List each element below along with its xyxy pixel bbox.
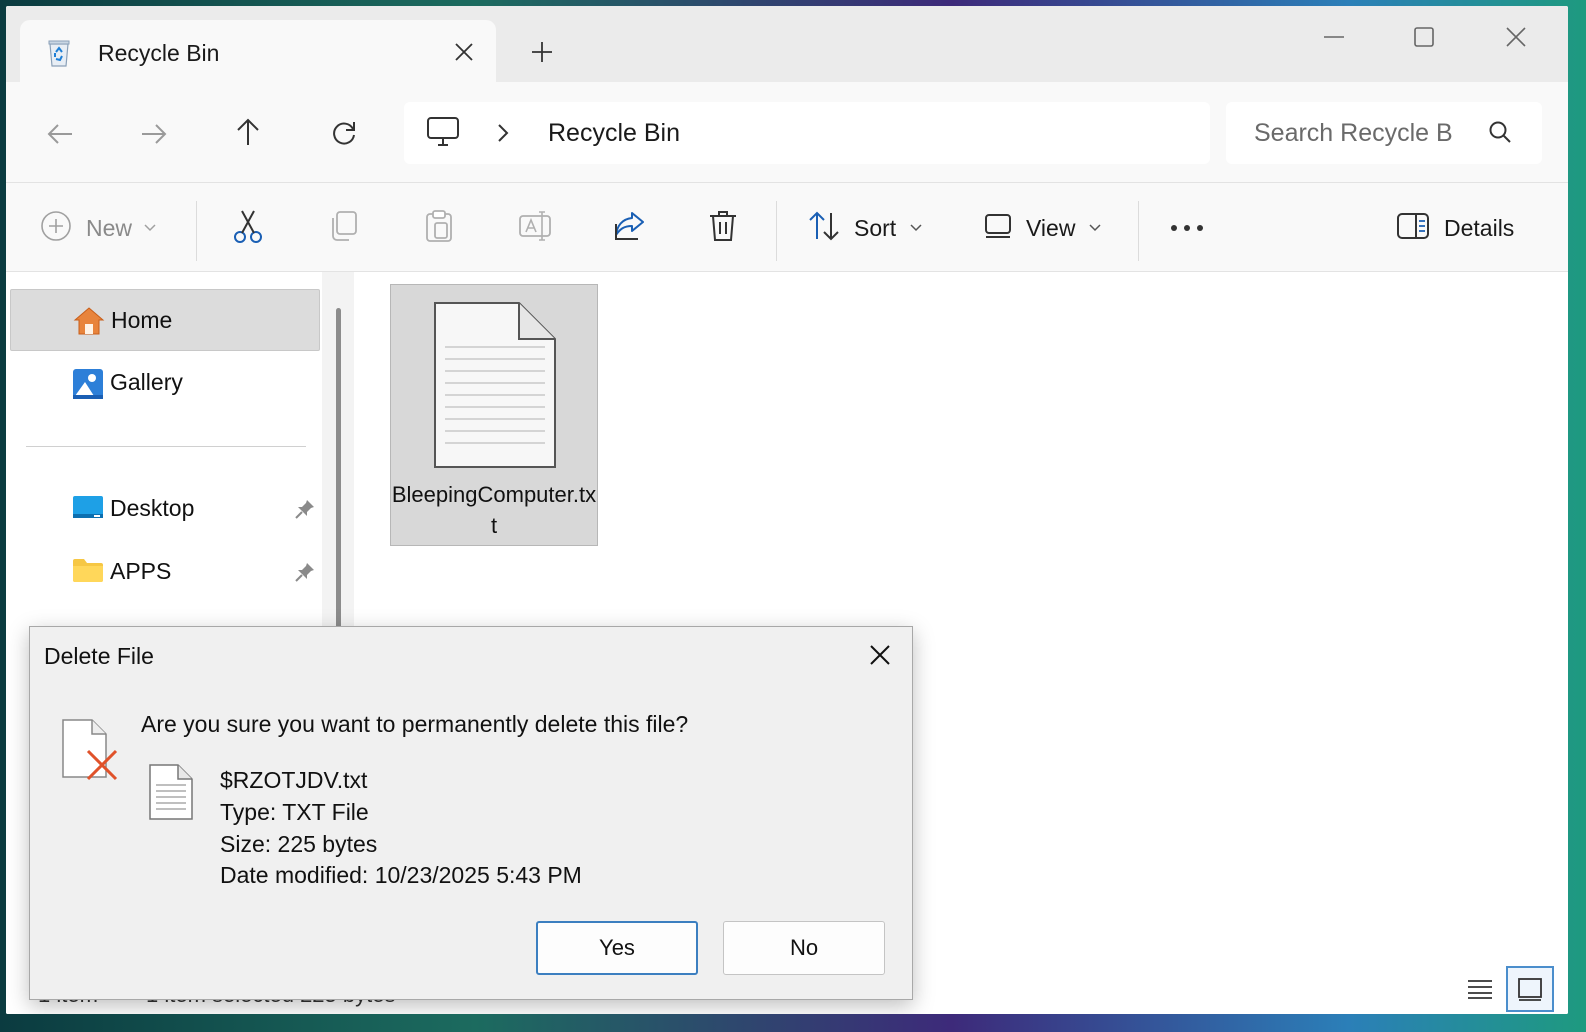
dialog-question: Are you sure you want to permanently del… [141, 711, 689, 737]
copy-icon [328, 210, 358, 247]
see-more-button[interactable] [1170, 203, 1204, 253]
sidebar-item-label: APPS [110, 558, 172, 584]
details-pane-icon [1396, 212, 1430, 245]
new-label: New [86, 214, 133, 241]
pin-icon[interactable] [294, 498, 316, 525]
close-window-icon[interactable] [1486, 12, 1546, 62]
sidebar-item-label: Gallery [110, 369, 183, 395]
chevron-down-icon [910, 219, 922, 237]
sidebar-item-gallery[interactable]: Gallery [10, 352, 320, 414]
text-file-icon [148, 763, 194, 826]
pin-icon[interactable] [294, 561, 316, 588]
details-pane-button[interactable]: Details [1396, 203, 1514, 253]
sort-label: Sort [854, 214, 897, 241]
details-view-icon[interactable] [1456, 966, 1504, 1012]
sidebar-item-apps[interactable]: APPS [10, 541, 320, 603]
dialog-file-name: $RZOTJDV.txt [220, 767, 368, 793]
delete-file-dialog: Delete File Are you sure you want to per… [29, 626, 913, 1000]
toolbar-divider [1138, 201, 1139, 261]
command-bar: New Sort View Details [6, 182, 1568, 272]
file-item[interactable]: BleepingComputer.txt [390, 284, 598, 546]
refresh-icon[interactable] [322, 112, 366, 156]
back-arrow-icon[interactable] [38, 112, 82, 156]
breadcrumb-recycle-bin[interactable]: Recycle Bin [548, 119, 680, 148]
address-row: Recycle Bin [6, 82, 1568, 182]
sidebar-scrollbar-thumb[interactable] [336, 308, 341, 638]
search-box[interactable] [1226, 102, 1542, 164]
search-icon[interactable] [1488, 120, 1512, 149]
sidebar-item-home[interactable]: Home [10, 289, 320, 351]
forward-arrow-icon[interactable] [132, 112, 176, 156]
rename-button[interactable] [518, 203, 552, 253]
desktop-icon [72, 494, 104, 526]
sidebar-item-label: Home [111, 307, 173, 333]
trash-icon [708, 209, 738, 248]
title-bar: Recycle Bin [6, 6, 1568, 82]
chevron-down-icon [1089, 219, 1101, 237]
up-arrow-icon[interactable] [226, 110, 270, 154]
address-bar[interactable]: Recycle Bin [404, 102, 1210, 164]
dialog-title: Delete File [44, 643, 154, 669]
gallery-icon [72, 368, 104, 400]
sidebar-item-desktop[interactable]: Desktop [10, 478, 320, 540]
copy-button[interactable] [328, 203, 358, 253]
view-layout-icon [984, 213, 1012, 244]
chevron-down-icon [144, 219, 156, 237]
maximize-icon[interactable] [1394, 12, 1454, 62]
close-tab-icon[interactable] [444, 32, 484, 72]
paste-button[interactable] [424, 203, 454, 253]
sort-button[interactable]: Sort [808, 203, 922, 253]
dialog-file-type: Type: TXT File [220, 799, 369, 825]
view-label: View [1026, 214, 1076, 241]
sidebar-item-label: Desktop [110, 495, 195, 521]
tab-recycle-bin[interactable]: Recycle Bin [20, 20, 496, 82]
no-button[interactable]: No [723, 921, 885, 975]
toolbar-divider [776, 201, 777, 261]
folder-icon [72, 557, 104, 589]
search-input[interactable] [1254, 116, 1454, 150]
scissors-icon [232, 208, 264, 249]
text-file-icon [431, 299, 559, 476]
cut-button[interactable] [232, 203, 264, 253]
yes-button[interactable]: Yes [536, 921, 698, 975]
file-name: BleepingComputer.txt [391, 482, 597, 538]
recycle-bin-icon [46, 38, 92, 70]
plus-circle-icon [40, 210, 72, 247]
sidebar-divider [26, 446, 306, 447]
tab-title: Recycle Bin [98, 40, 220, 66]
details-label: Details [1444, 214, 1515, 241]
close-dialog-icon[interactable] [858, 637, 902, 673]
more-dots-icon [1170, 219, 1204, 237]
toolbar-divider [196, 201, 197, 261]
new-button[interactable]: New [40, 203, 156, 253]
this-pc-icon[interactable] [426, 116, 460, 153]
delete-file-warning-icon [60, 717, 120, 788]
dialog-file-size: Size: 225 bytes [220, 831, 378, 857]
home-icon [73, 306, 105, 338]
share-button[interactable] [612, 203, 646, 253]
share-icon [612, 210, 646, 247]
large-icons-view-icon[interactable] [1506, 966, 1554, 1012]
clipboard-icon [424, 209, 454, 248]
file-explorer-window: Recycle Bin Recycle Bin Search Recycle B… [6, 6, 1568, 1014]
chevron-right-icon[interactable] [496, 122, 510, 149]
sort-arrows-icon [808, 211, 840, 246]
rename-icon [518, 210, 552, 247]
new-tab-button[interactable] [522, 32, 562, 72]
view-button[interactable]: View [984, 203, 1101, 253]
dialog-date-modified: Date modified: 10/23/2025 5:43 PM [220, 862, 582, 888]
delete-button[interactable] [708, 203, 738, 253]
minimize-icon[interactable] [1304, 12, 1364, 62]
